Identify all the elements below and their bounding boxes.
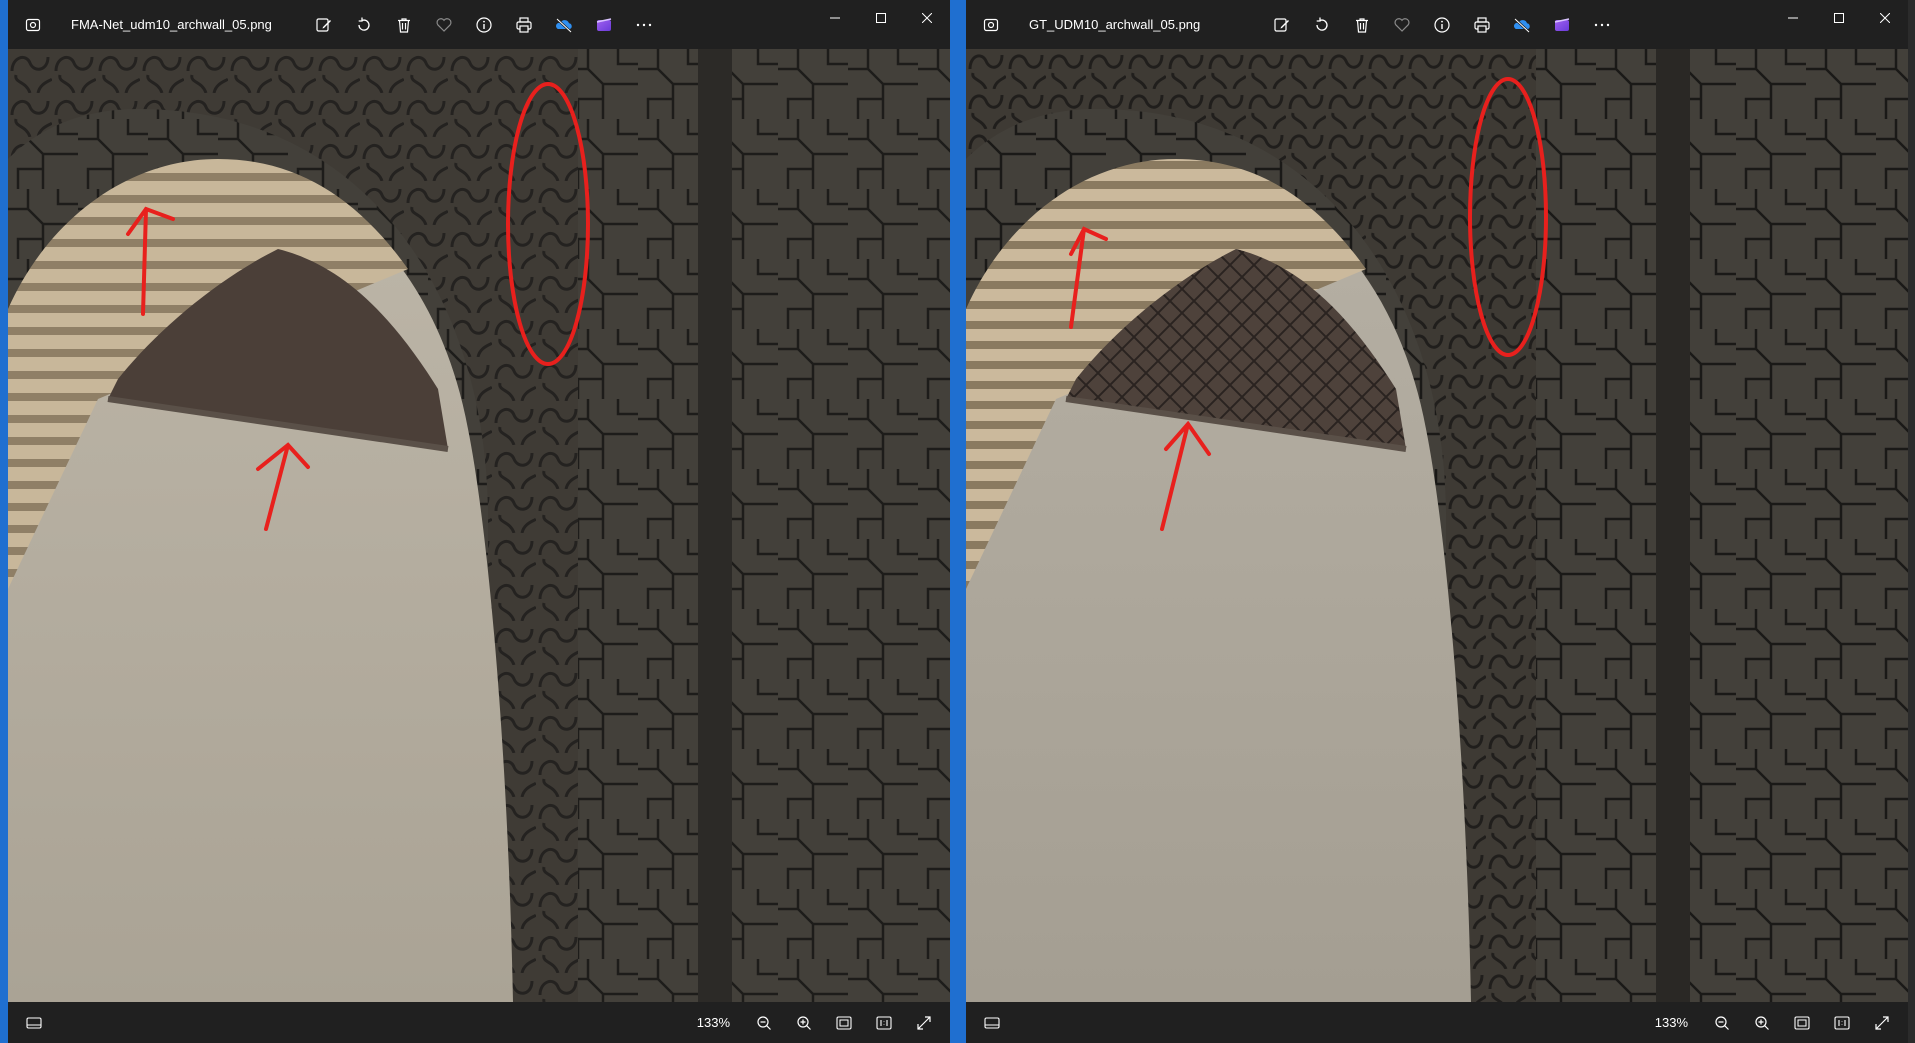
title-bar[interactable]: FMA-Net_udm10_archwall_05.png [8,0,950,49]
actual-size-icon[interactable] [864,1003,904,1043]
more-options-icon[interactable] [624,5,664,45]
window-controls [812,0,950,36]
full-screen-icon[interactable] [904,1003,944,1043]
zoom-out-icon[interactable] [1702,1003,1742,1043]
title-bar[interactable]: GT_UDM10_archwall_05.png [966,0,1908,49]
clipchamp-icon[interactable] [584,5,624,45]
info-icon[interactable] [1422,5,1462,45]
minimize-icon[interactable] [812,0,858,36]
onedrive-icon[interactable] [544,5,584,45]
zoom-out-icon[interactable] [744,1003,784,1043]
clipchamp-icon[interactable] [1542,5,1582,45]
file-title: GT_UDM10_archwall_05.png [1029,17,1201,32]
zoom-level: 133% [1654,1015,1688,1030]
minimize-icon[interactable] [1770,0,1816,36]
photos-window-right: GT_UDM10_archwall_05.png 133% [958,0,1908,1043]
fit-to-window-icon[interactable] [824,1003,864,1043]
maximize-icon[interactable] [1816,0,1862,36]
status-bar: 133% [8,1002,950,1043]
maximize-icon[interactable] [858,0,904,36]
delete-icon[interactable] [1342,5,1382,45]
filmstrip-toggle-icon[interactable] [14,1003,54,1043]
rotate-icon[interactable] [1302,5,1342,45]
zoom-level: 133% [696,1015,730,1030]
close-icon[interactable] [904,0,950,36]
rotate-icon[interactable] [344,5,384,45]
edit-image-icon[interactable] [1262,5,1302,45]
photos-app-icon [980,14,1002,36]
image-viewport[interactable] [966,49,1908,1002]
full-screen-icon[interactable] [1862,1003,1902,1043]
zoom-in-icon[interactable] [784,1003,824,1043]
photo-archwall-ground-truth [966,49,1908,1002]
image-viewport[interactable] [8,49,950,1002]
photos-window-left: FMA-Net_udm10_archwall_05.png 133% [0,0,950,1043]
favorite-heart-icon[interactable] [424,5,464,45]
window-controls [1770,0,1908,36]
toolbar [304,5,664,45]
print-icon[interactable] [504,5,544,45]
favorite-heart-icon[interactable] [1382,5,1422,45]
fit-to-window-icon[interactable] [1782,1003,1822,1043]
toolbar [1262,5,1622,45]
print-icon[interactable] [1462,5,1502,45]
photo-archwall-fma-net [8,49,950,1002]
close-icon[interactable] [1862,0,1908,36]
zoom-in-icon[interactable] [1742,1003,1782,1043]
onedrive-icon[interactable] [1502,5,1542,45]
photos-app-icon [22,14,44,36]
status-bar: 133% [966,1002,1908,1043]
window-separator [950,0,958,1043]
edit-image-icon[interactable] [304,5,344,45]
delete-icon[interactable] [384,5,424,45]
filmstrip-toggle-icon[interactable] [972,1003,1012,1043]
more-options-icon[interactable] [1582,5,1622,45]
info-icon[interactable] [464,5,504,45]
file-title: FMA-Net_udm10_archwall_05.png [71,17,272,32]
actual-size-icon[interactable] [1822,1003,1862,1043]
